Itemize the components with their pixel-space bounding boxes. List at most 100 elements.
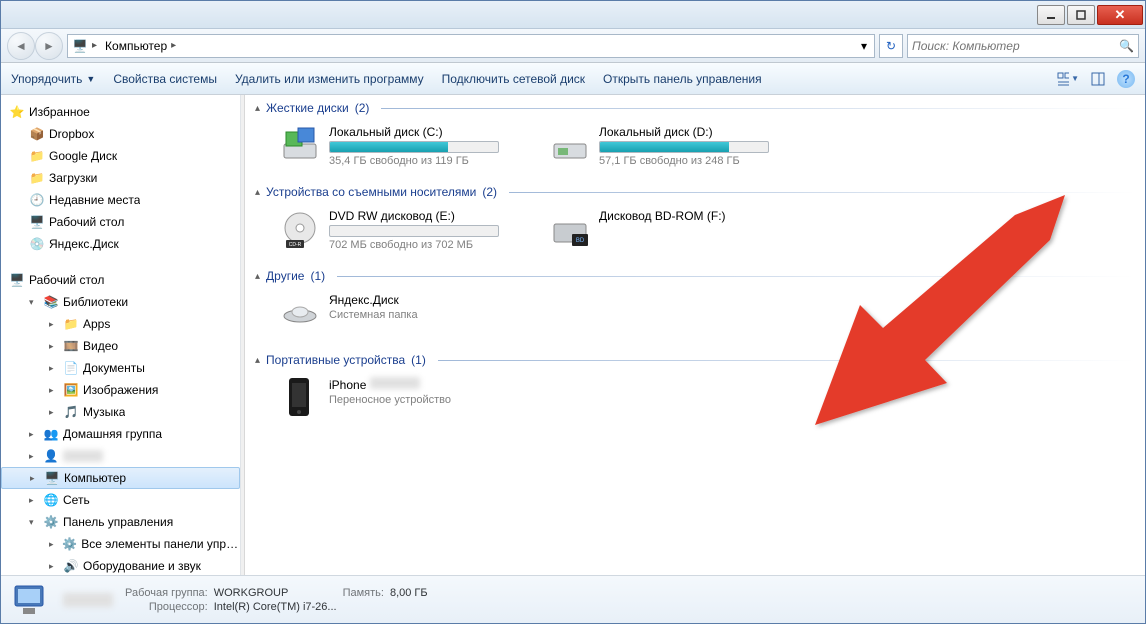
- status-label-processor: Процессор:: [125, 601, 208, 613]
- sidebar-item-downloads[interactable]: 📁Загрузки: [1, 167, 240, 189]
- drive-yandex-disk[interactable]: Яндекс.Диск Системная папка: [275, 289, 525, 339]
- help-button[interactable]: ?: [1117, 70, 1135, 88]
- drive-subtitle: Переносное устройство: [329, 394, 521, 406]
- sidebar-item-google-disk[interactable]: 📁Google Диск: [1, 145, 240, 167]
- sidebar-computer[interactable]: ▸🖥️Компьютер: [1, 467, 240, 489]
- control-panel-icon: ⚙️: [43, 514, 59, 530]
- drive-dvd[interactable]: CD-R DVD RW дисковод (E:) 702 МБ свободн…: [275, 205, 525, 255]
- computer-icon: [11, 580, 51, 620]
- breadcrumb-item-computer[interactable]: Компьютер▸: [101, 35, 180, 57]
- breadcrumb-dropdown[interactable]: ▾: [858, 39, 870, 53]
- sidebar-favorites[interactable]: ⭐Избранное: [1, 101, 240, 123]
- collapse-icon: ▴: [255, 271, 260, 282]
- folder-icon: 📁: [29, 170, 45, 186]
- system-properties-button[interactable]: Свойства системы: [113, 72, 217, 86]
- pictures-icon: 🖼️: [63, 382, 79, 398]
- hdd-icon: [549, 125, 591, 167]
- breadcrumb-label: Компьютер: [105, 39, 167, 53]
- statusbar: Рабочая группа: WORKGROUP Память: 8,00 Г…: [1, 575, 1145, 623]
- close-button[interactable]: ✕: [1097, 5, 1143, 25]
- ufo-icon: [279, 293, 321, 335]
- sidebar-item-hardware[interactable]: ▸🔊Оборудование и звук: [1, 555, 240, 575]
- sidebar-homegroup[interactable]: ▸👥Домашняя группа: [1, 423, 240, 445]
- forward-button[interactable]: ►: [35, 32, 63, 60]
- collapse-icon: ▴: [255, 187, 260, 198]
- disk-icon: 💿: [29, 236, 45, 252]
- organize-menu[interactable]: Упорядочить ▼: [11, 72, 95, 86]
- collapse-icon[interactable]: ▾: [29, 297, 39, 308]
- sidebar-item-desktop[interactable]: 🖥️Рабочий стол: [1, 211, 240, 233]
- svg-text:BD: BD: [576, 238, 585, 244]
- refresh-button[interactable]: ↻: [879, 34, 903, 58]
- group-title: Жесткие диски: [266, 101, 349, 115]
- drive-name: iPhone: [329, 377, 521, 392]
- sidebar-control-panel[interactable]: ▾⚙️Панель управления: [1, 511, 240, 533]
- group-header-removable[interactable]: ▴ Устройства со съемными носителями (2): [255, 185, 1135, 199]
- sidebar-libraries[interactable]: ▾📚Библиотеки: [1, 291, 240, 313]
- drive-iphone[interactable]: iPhone Переносное устройство: [275, 373, 525, 423]
- blurred-label: [63, 450, 103, 462]
- search-input[interactable]: [912, 39, 1119, 53]
- search-box[interactable]: 🔍: [907, 34, 1139, 58]
- minimize-button[interactable]: [1037, 5, 1065, 25]
- navbar: ◄ ► 🖥️ ▸ Компьютер▸ ▾ ↻ 🔍: [1, 29, 1145, 63]
- sidebar-item-recent[interactable]: 🕘Недавние места: [1, 189, 240, 211]
- status-label-memory: Память:: [343, 587, 384, 599]
- open-control-panel-button[interactable]: Открыть панель управления: [603, 72, 762, 86]
- group-count: (2): [482, 185, 497, 199]
- drive-bd[interactable]: BD Дисковод BD-ROM (F:): [545, 205, 795, 255]
- desktop-icon: 🖥️: [29, 214, 45, 230]
- iphone-icon: [279, 377, 321, 419]
- sidebar-item-pictures[interactable]: ▸🖼️Изображения: [1, 379, 240, 401]
- group-count: (1): [411, 353, 426, 367]
- sidebar-item-documents[interactable]: ▸📄Документы: [1, 357, 240, 379]
- sidebar-item-video[interactable]: ▸🎞️Видео: [1, 335, 240, 357]
- drive-usage-bar: [599, 141, 769, 153]
- drive-name: Яндекс.Диск: [329, 293, 521, 307]
- sidebar-network[interactable]: ▸🌐Сеть: [1, 489, 240, 511]
- libraries-icon: 📚: [43, 294, 59, 310]
- sidebar-item-apps[interactable]: ▸📁Apps: [1, 313, 240, 335]
- group-header-other[interactable]: ▴ Другие (1): [255, 269, 1135, 283]
- breadcrumb[interactable]: 🖥️ ▸ Компьютер▸ ▾: [67, 34, 875, 58]
- sidebar-item-dropbox[interactable]: 📦Dropbox: [1, 123, 240, 145]
- hardware-icon: 🔊: [63, 558, 79, 574]
- toolbar: Упорядочить ▼ Свойства системы Удалить и…: [1, 63, 1145, 95]
- sidebar-desktop-root[interactable]: 🖥️Рабочий стол: [1, 269, 240, 291]
- group-header-hdd[interactable]: ▴ Жесткие диски (2): [255, 101, 1135, 115]
- music-icon: 🎵: [63, 404, 79, 420]
- sidebar-user[interactable]: ▸👤: [1, 445, 240, 467]
- search-icon[interactable]: 🔍: [1119, 39, 1134, 53]
- drive-c[interactable]: Локальный диск (C:) 35,4 ГБ свободно из …: [275, 121, 525, 171]
- navigation-pane: ⭐Избранное 📦Dropbox 📁Google Диск 📁Загруз…: [1, 95, 241, 575]
- sidebar-item-all-cp[interactable]: ▸⚙️Все элементы панели управле: [1, 533, 240, 555]
- blurred-label: [63, 593, 113, 607]
- computer-icon: 🖥️: [44, 470, 60, 486]
- chevron-right-icon[interactable]: ▸: [92, 40, 97, 51]
- group-header-portable[interactable]: ▴ Портативные устройства (1): [255, 353, 1135, 367]
- desktop-icon: 🖥️: [9, 272, 25, 288]
- group-title: Другие: [266, 269, 304, 283]
- control-panel-icon: ⚙️: [62, 536, 77, 552]
- documents-icon: 📄: [63, 360, 79, 376]
- view-options-button[interactable]: ▼: [1057, 68, 1079, 90]
- back-button[interactable]: ◄: [7, 32, 35, 60]
- sidebar-item-yandex-disk[interactable]: 💿Яндекс.Диск: [1, 233, 240, 255]
- content-pane: ▴ Жесткие диски (2) Локальный диск (C:) …: [245, 95, 1145, 575]
- group-count: (1): [310, 269, 325, 283]
- group-portable: ▴ Портативные устройства (1) iPhone Пере…: [255, 353, 1135, 423]
- hdd-icon: [279, 125, 321, 167]
- drive-name: Локальный диск (C:): [329, 125, 521, 139]
- sidebar-item-music[interactable]: ▸🎵Музыка: [1, 401, 240, 423]
- folder-icon: 📁: [29, 148, 45, 164]
- preview-pane-button[interactable]: [1087, 68, 1109, 90]
- explorer-window: ✕ ◄ ► 🖥️ ▸ Компьютер▸ ▾ ↻ 🔍 Упорядочить …: [0, 0, 1146, 624]
- map-network-drive-button[interactable]: Подключить сетевой диск: [442, 72, 585, 86]
- maximize-button[interactable]: [1067, 5, 1095, 25]
- drive-subtitle: 702 МБ свободно из 702 МБ: [329, 239, 521, 251]
- uninstall-program-button[interactable]: Удалить или изменить программу: [235, 72, 424, 86]
- drive-name: DVD RW дисковод (E:): [329, 209, 521, 223]
- group-hard-disks: ▴ Жесткие диски (2) Локальный диск (C:) …: [255, 101, 1135, 171]
- drive-d[interactable]: Локальный диск (D:) 57,1 ГБ свободно из …: [545, 121, 795, 171]
- star-icon: ⭐: [9, 104, 25, 120]
